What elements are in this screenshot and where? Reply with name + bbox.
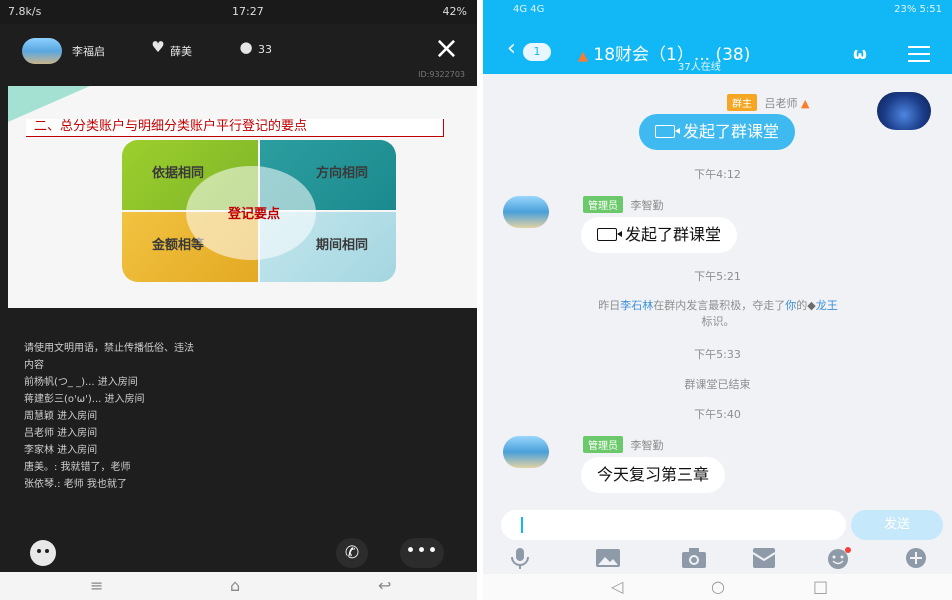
timestamp: 下午4:12 (694, 168, 741, 181)
composer: 发送 (483, 508, 952, 548)
admin-badge: 管理员 (583, 196, 623, 213)
group-app-icon[interactable]: ω (853, 44, 867, 63)
message-bubble[interactable]: 今天复习第三章 (581, 457, 726, 493)
live-class-screen: 7.8k/s 17:27 42% 李福启 ♥ 薛美 ● 33 × ID:9322… (0, 0, 477, 600)
plus-icon[interactable] (903, 547, 929, 569)
sender-line: 群主 吕老师 ▲ (727, 94, 809, 111)
live-chat-log: 请使用文明用语，禁止传播低俗、违法 内容 前杨帆(つ_ _)... 进入房间 蒋… (24, 340, 464, 493)
admin-badge: 管理员 (583, 436, 623, 453)
notice-text: 昨日 (598, 299, 621, 312)
red-packet-icon[interactable] (751, 547, 777, 569)
timestamp: 下午5:40 (694, 408, 741, 421)
back-nav-icon[interactable]: ↩ (378, 576, 391, 595)
more-icon[interactable]: ••• (400, 538, 444, 568)
user-link[interactable]: 你 (785, 299, 796, 312)
center-label: 登记要点 (227, 207, 280, 222)
class-toolbar: 李福启 ♥ 薛美 ● 33 × ID:9322703 (0, 24, 477, 86)
message-bubble[interactable]: 发起了群课堂 (581, 217, 738, 253)
chat-line: 吕老师 进入房间 (24, 428, 98, 439)
chat-line: 李家林 进入房间 (24, 445, 98, 456)
camera-icon[interactable] (681, 547, 707, 569)
composer-tools (483, 545, 952, 573)
close-icon[interactable]: × (434, 34, 459, 64)
class-ended-notice: 群课堂已结束 (684, 378, 751, 391)
recents-nav-icon[interactable]: □ (813, 577, 828, 596)
sender-name: 吕老师 (764, 97, 798, 110)
notice-text: 标识。 (701, 315, 735, 328)
video-icon (655, 125, 680, 138)
phone-icon[interactable]: ✆ (336, 538, 368, 568)
message-input[interactable] (501, 510, 846, 540)
class-controls: ✆ ••• (0, 532, 477, 572)
system-nav-bar: ◁ ○ □ (483, 574, 952, 600)
message-bubble[interactable]: 发起了群课堂 (639, 114, 796, 150)
network-speed: 7.8k/s (8, 5, 42, 18)
chat-header: 4G 4G 23% 5:51 ‹ 1 ▲ 18财会（1）... (38) 37人… (483, 0, 952, 74)
avatar[interactable] (503, 436, 549, 468)
chat-line: 蒋建彭三(o'ω')... 进入房间 (24, 394, 145, 405)
status-bar: 4G 4G 23% 5:51 (483, 0, 952, 20)
microphone-icon[interactable] (507, 547, 533, 569)
fire-icon: ▲ (578, 49, 588, 64)
system-nav-bar: ≡ ⌂ ↩ (0, 572, 477, 600)
chat-line: 唐美。: 我就错了，老师 (24, 462, 131, 473)
chat-line: 请使用文明用语，禁止传播低俗、违法 (24, 343, 194, 354)
timestamp: 下午5:21 (694, 270, 741, 283)
viewer-count: 33 (258, 43, 272, 56)
avatar[interactable] (503, 196, 549, 228)
home-nav-icon[interactable]: ⌂ (230, 576, 240, 595)
status-bar: 7.8k/s 17:27 42% (0, 0, 477, 24)
chat-line: 张依琴.: 老师 我也就了 (24, 479, 127, 490)
group-title[interactable]: ▲ 18财会（1）... (38) (578, 40, 750, 65)
presentation-slide: 二、总分类账户与明细分类账户平行登记的要点 依据相同 方向相同 金额相等 期间相… (8, 86, 477, 308)
sender-name: 李智勤 (630, 199, 664, 212)
back-arrow-icon: ‹ (507, 36, 516, 61)
home-nav-icon[interactable]: ○ (711, 577, 725, 596)
sender-name: 李智勤 (630, 439, 664, 452)
message-text: 发起了群课堂 (625, 225, 722, 244)
sender-line: 管理员 李智勤 (583, 436, 664, 453)
timestamp: 下午5:33 (694, 348, 741, 361)
back-nav-icon[interactable]: ◁ (611, 577, 623, 596)
dragon-king-link[interactable]: 龙王 (816, 299, 838, 312)
menu-icon[interactable] (908, 46, 930, 62)
video-icon (597, 228, 622, 241)
avatar[interactable] (877, 92, 931, 130)
dragon-icon: ◆ (807, 299, 816, 312)
slide-decoration (8, 86, 90, 122)
battery-level: 42% (442, 5, 467, 18)
chat-line: 前杨帆(つ_ _)... 进入房间 (24, 377, 138, 388)
gift-icon[interactable]: ♥ (150, 39, 166, 55)
notice-text: 在群内发言最积极，夺走了 (653, 299, 786, 312)
send-button[interactable]: 发送 (851, 510, 943, 540)
flame-icon: ▲ (801, 97, 810, 110)
room-id: ID:9322703 (418, 70, 465, 79)
image-icon[interactable] (595, 547, 621, 569)
message-text: 发起了群课堂 (683, 122, 780, 141)
chat-line: 周慧颖 进入房间 (24, 411, 98, 422)
system-notice: 昨日李石林在群内发言最积极，夺走了你的◆龙王标识。 (513, 298, 923, 330)
battery-time: 23% 5:51 (894, 4, 942, 15)
menu-nav-icon[interactable]: ≡ (90, 576, 103, 595)
person-icon[interactable]: ● (238, 39, 254, 55)
unread-badge: 1 (523, 43, 551, 61)
back-button[interactable]: ‹ 1 (507, 36, 557, 62)
host-name: 李福启 (72, 45, 105, 58)
emoji-icon[interactable] (30, 540, 56, 566)
signal-indicator: 4G 4G (513, 4, 545, 15)
qq-group-chat: 4G 4G 23% 5:51 ‹ 1 ▲ 18财会（1）... (38) 37人… (483, 0, 952, 600)
emoji-icon[interactable] (825, 547, 851, 569)
user-link[interactable]: 李石林 (620, 299, 653, 312)
clock: 17:27 (232, 5, 264, 18)
sender-line: 管理员 李智勤 (583, 196, 664, 213)
text-cursor (521, 517, 523, 533)
slide-title: 二、总分类账户与明细分类账户平行登记的要点 (26, 119, 444, 137)
owner-badge: 群主 (727, 94, 757, 111)
online-status: 37人在线 (678, 62, 721, 73)
chat-line: 内容 (24, 360, 44, 371)
notice-text: 的 (796, 299, 808, 312)
host-avatar[interactable] (22, 38, 62, 64)
guest-name: 薛美 (170, 45, 192, 58)
message-text: 今天复习第三章 (597, 465, 710, 484)
